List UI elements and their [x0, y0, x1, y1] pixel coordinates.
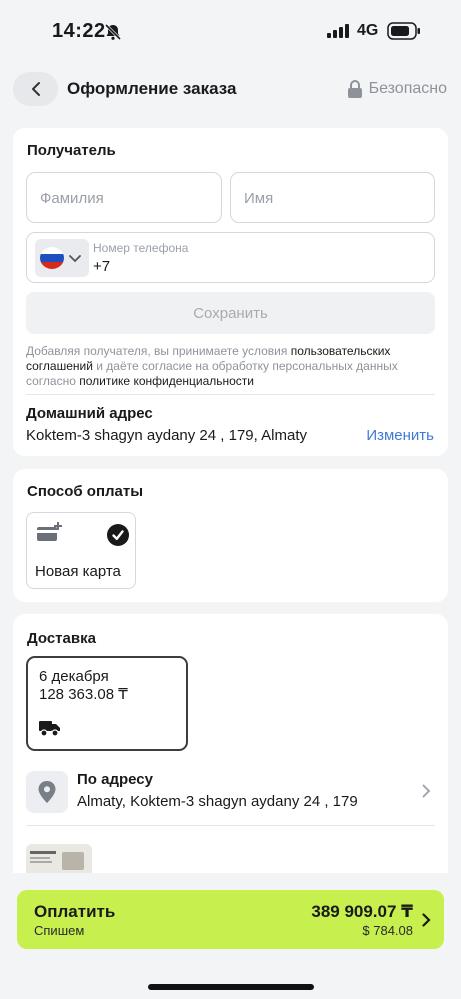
delivery-method-title: По адресу [77, 771, 153, 788]
first-name-field[interactable]: Имя [230, 172, 435, 223]
privacy-link[interactable]: политике конфиденциальности [79, 374, 254, 388]
phone-value[interactable]: +7 [93, 258, 110, 275]
last-name-field[interactable]: Фамилия [26, 172, 222, 223]
chevron-left-icon [31, 82, 40, 96]
consent-text: Добавляя получателя, вы принимаете услов… [26, 344, 435, 389]
country-code-select[interactable] [35, 239, 89, 277]
header: Оформление заказа Безопасно [0, 62, 461, 118]
truck-icon [39, 721, 60, 737]
new-card-option[interactable]: Новая карта [26, 512, 136, 589]
first-name-placeholder: Имя [244, 190, 274, 207]
pay-button-label: Оплатить [34, 902, 116, 921]
chevron-right-icon [422, 784, 431, 798]
pay-amount-usd: $ 784.08 [362, 923, 413, 938]
new-card-label: Новая карта [35, 563, 121, 580]
network-type: 4G [357, 22, 379, 39]
page-title: Оформление заказа [67, 79, 237, 98]
phone-label: Номер телефона [93, 241, 189, 255]
location-pin-box [26, 771, 68, 813]
change-address-link[interactable]: Изменить [366, 427, 434, 444]
checkmark-icon [107, 524, 129, 546]
russia-flag-icon [40, 247, 64, 269]
chevron-right-icon [422, 913, 431, 927]
add-card-icon [37, 522, 62, 541]
delivery-price: 128 363.08 ₸ [39, 686, 128, 703]
location-pin-icon [38, 781, 56, 803]
status-time: 14:22 [52, 20, 106, 42]
consent-part1: Добавляя получателя, вы принимаете услов… [26, 344, 291, 358]
delivery-method-address: Almaty, Koktem-3 shagyn aydany 24 , 179 [77, 793, 358, 810]
pay-button-sublabel: Спишем [34, 923, 85, 938]
divider [26, 394, 435, 395]
phone-field[interactable]: Номер телефона +7 [26, 232, 435, 283]
pay-amount: 389 909.07 ₸ [311, 902, 413, 921]
delivery-title: Доставка [27, 630, 96, 647]
payment-card: Способ оплаты Новая карта [13, 469, 448, 602]
secure-indicator: Безопасно [347, 80, 447, 98]
delivery-date-option[interactable]: 6 декабря 128 363.08 ₸ [26, 656, 188, 751]
home-address-title: Домашний адрес [26, 405, 153, 422]
battery-icon [387, 22, 420, 40]
home-address-value: Koktem-3 shagyn aydany 24 , 179, Almaty [26, 427, 307, 444]
delivery-card: Доставка 6 декабря 128 363.08 ₸ По адрес… [13, 614, 448, 894]
delivery-date: 6 декабря [39, 668, 109, 685]
delivery-address-row[interactable]: По адресу Almaty, Koktem-3 shagyn aydany… [26, 768, 435, 818]
pay-button[interactable]: Оплатить Спишем 389 909.07 ₸ $ 784.08 [17, 890, 444, 949]
save-button[interactable]: Сохранить [26, 292, 435, 334]
home-indicator[interactable] [148, 984, 314, 990]
divider [26, 825, 435, 826]
status-bar: 14:22 4G [0, 0, 461, 62]
back-button[interactable] [13, 72, 58, 106]
payment-title: Способ оплаты [27, 483, 144, 500]
bell-off-icon [104, 23, 122, 41]
signal-icon [327, 24, 349, 38]
lock-icon [347, 80, 362, 98]
chevron-down-icon [69, 255, 81, 263]
recipient-title: Получатель [27, 142, 116, 159]
secure-label: Безопасно [368, 80, 447, 97]
last-name-placeholder: Фамилия [40, 190, 104, 207]
recipient-card: Получатель Фамилия Имя Номер телефона +7… [13, 128, 448, 456]
